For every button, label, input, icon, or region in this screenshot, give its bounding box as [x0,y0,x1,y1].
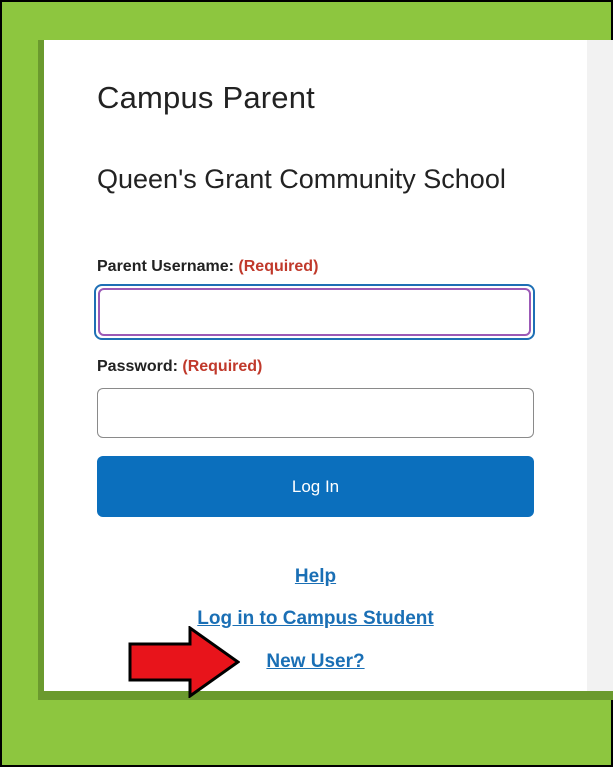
password-label: Password: (Required) [97,358,262,376]
help-link[interactable]: Help [97,566,534,588]
red-arrow-right-icon [128,626,240,698]
username-label-text: Parent Username: [97,258,234,275]
password-required-text: (Required) [182,358,263,375]
password-input[interactable] [97,388,534,438]
username-required-text: (Required) [238,258,319,275]
username-label: Parent Username: (Required) [97,258,318,276]
school-name: Queen's Grant Community School [97,164,506,194]
password-label-text: Password: [97,358,178,375]
username-focus-ring [94,284,535,340]
app-title: Campus Parent [97,80,315,115]
username-input[interactable] [98,288,531,336]
login-button[interactable]: Log In [97,456,534,517]
right-panel [587,40,613,691]
